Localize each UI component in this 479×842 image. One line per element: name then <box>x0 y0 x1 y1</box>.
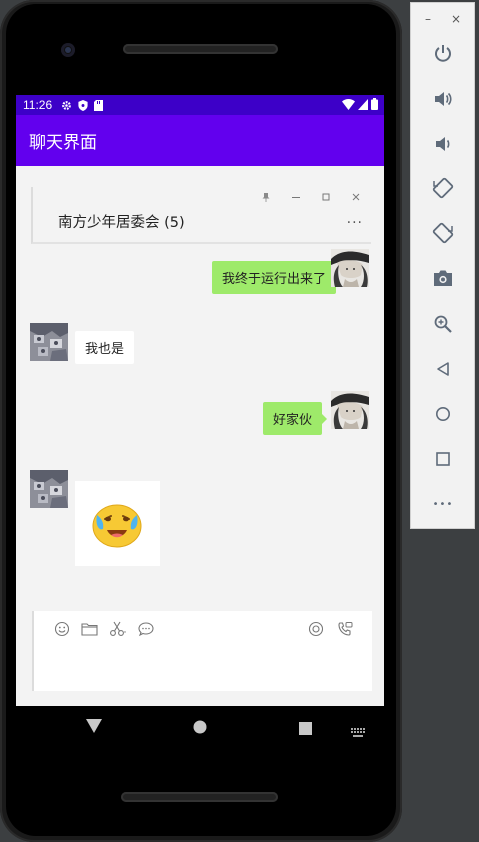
keyboard-button[interactable] <box>351 723 365 742</box>
volume-up-icon <box>435 92 452 106</box>
folder-icon[interactable] <box>81 621 98 637</box>
camera-icon <box>434 270 452 286</box>
home-button[interactable] <box>193 719 207 738</box>
screenshot-button[interactable] <box>431 266 455 290</box>
close-icon[interactable] <box>349 193 363 205</box>
volume-down-icon <box>436 137 450 151</box>
overview-nav-button[interactable] <box>431 447 455 471</box>
chat-bubble-icon[interactable] <box>138 621 154 637</box>
input-toolbar-right <box>308 621 354 637</box>
message-input[interactable] <box>46 645 360 687</box>
window-controls <box>259 193 363 205</box>
power-button[interactable] <box>431 41 455 65</box>
panel-window-controls: – × <box>411 12 474 26</box>
status-bar: 11:26 <box>16 95 384 115</box>
volume-down-button[interactable] <box>431 132 455 156</box>
home-icon <box>436 407 450 421</box>
gear-icon <box>62 100 72 110</box>
power-icon <box>435 45 451 62</box>
app-bar: 聊天界面 <box>16 115 384 166</box>
rotate-left-icon <box>432 177 454 199</box>
back-button[interactable] <box>86 718 102 737</box>
sent-message-bubble: 好家伙 <box>262 402 328 435</box>
back-nav-button[interactable] <box>431 357 455 381</box>
system-nav-bar <box>16 706 384 750</box>
sticker-message <box>75 481 160 566</box>
home-nav-button[interactable] <box>431 402 455 426</box>
status-icons-right <box>342 98 378 110</box>
sd-card-icon <box>94 99 104 111</box>
more-options-icon[interactable]: ··· <box>347 215 363 231</box>
home-circle-icon <box>193 720 207 734</box>
volume-up-button[interactable] <box>431 87 455 111</box>
received-message-bubble: 我也是 <box>75 331 135 364</box>
friend-avatar[interactable] <box>30 323 68 361</box>
pin-icon[interactable] <box>259 193 273 205</box>
app-title: 聊天界面 <box>29 133 97 153</box>
maximize-icon[interactable] <box>319 193 333 205</box>
input-toolbar-left <box>54 621 154 637</box>
device-screen: 11:26 聊天界面 南方少年居委会 (5) ··· 我终于运行出来了 我也是 … <box>16 95 384 706</box>
sent-message-bubble: 我终于运行出来了 <box>211 261 342 294</box>
recents-button[interactable] <box>299 720 312 739</box>
emulator-side-panel: – × ••• <box>410 2 475 529</box>
phone-call-icon[interactable] <box>337 621 354 637</box>
message-text: 好家伙 <box>272 413 312 428</box>
minimize-icon[interactable] <box>289 193 303 205</box>
status-icons-left <box>61 99 104 111</box>
panel-minimize-button[interactable]: – <box>425 12 431 26</box>
back-icon <box>437 362 449 376</box>
rotate-left-button[interactable] <box>431 176 455 200</box>
earpiece-speaker <box>123 44 278 54</box>
rotate-right-button[interactable] <box>431 221 455 245</box>
my-avatar[interactable] <box>331 249 369 287</box>
keyboard-icon <box>351 728 365 737</box>
emoji-icon[interactable] <box>54 621 70 637</box>
zoom-button[interactable] <box>431 312 455 336</box>
back-triangle-icon <box>86 719 102 733</box>
chat-window-header: 南方少年居委会 (5) ··· <box>31 187 371 244</box>
my-avatar[interactable] <box>331 391 369 429</box>
message-text: 我终于运行出来了 <box>221 272 326 287</box>
chat-content: 南方少年居委会 (5) ··· 我终于运行出来了 我也是 好家伙 <box>16 166 384 706</box>
wifi-icon <box>342 98 355 110</box>
panel-close-button[interactable]: × <box>451 12 461 26</box>
recents-square-icon <box>299 722 312 735</box>
zoom-icon <box>434 315 452 333</box>
battery-icon <box>371 98 378 110</box>
scissors-icon[interactable] <box>109 621 127 637</box>
message-input-area <box>32 611 372 691</box>
friend-avatar[interactable] <box>30 470 68 508</box>
message-text: 我也是 <box>85 342 125 357</box>
status-time: 11:26 <box>23 98 53 112</box>
voice-record-icon[interactable] <box>308 621 324 637</box>
overview-icon <box>436 452 450 466</box>
laughing-crying-emoji-icon <box>92 504 142 548</box>
shield-icon <box>78 99 88 111</box>
more-icon: ••• <box>432 498 454 510</box>
signal-icon <box>358 98 368 110</box>
chat-title: 南方少年居委会 (5) <box>58 215 185 231</box>
bottom-speaker <box>121 792 278 802</box>
more-button[interactable]: ••• <box>431 492 455 516</box>
front-camera <box>61 43 75 57</box>
rotate-right-icon <box>432 222 454 244</box>
